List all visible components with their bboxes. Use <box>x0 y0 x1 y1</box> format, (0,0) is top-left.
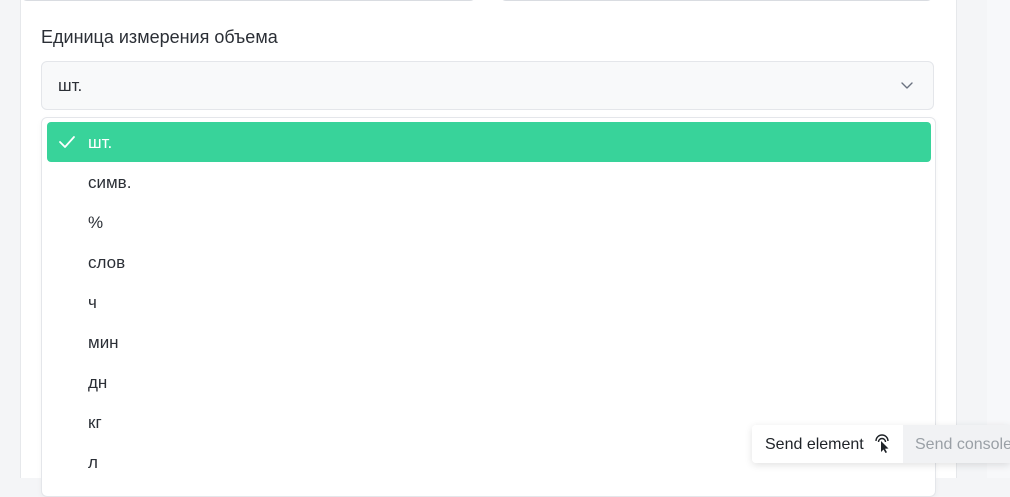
option-item[interactable]: симв. <box>47 162 931 202</box>
option-item[interactable]: слов <box>47 242 931 282</box>
option-label: слов <box>88 253 126 272</box>
side-panel-edge <box>987 0 1010 478</box>
option-label: симв. <box>88 173 132 192</box>
option-item[interactable]: дн <box>47 362 931 402</box>
check-icon <box>59 136 75 148</box>
send-console-button[interactable]: Send console <box>903 425 1010 463</box>
previous-field-left[interactable] <box>21 0 476 1</box>
option-item[interactable]: ч <box>47 282 931 322</box>
chevron-down-icon <box>901 82 913 89</box>
option-label: мин <box>88 333 119 352</box>
volume-unit-select[interactable]: шт. <box>41 61 934 110</box>
previous-field-right[interactable] <box>500 0 933 1</box>
option-label: ч <box>88 293 97 312</box>
option-label: шт. <box>88 133 113 152</box>
devtools-send-toolbar: Send element Send console <box>752 425 1010 463</box>
option-label: кг <box>88 413 102 432</box>
send-element-label: Send element <box>765 436 864 453</box>
option-item[interactable]: % <box>47 202 931 242</box>
volume-unit-label: Единица измерения объема <box>41 27 278 47</box>
option-item[interactable]: шт. <box>47 122 931 162</box>
option-label: % <box>88 213 104 232</box>
option-label: л <box>88 453 98 472</box>
send-element-button[interactable]: Send element <box>752 425 903 463</box>
pointer-cursor-icon <box>875 434 889 453</box>
option-item[interactable]: мин <box>47 322 931 362</box>
option-label: дн <box>88 373 108 392</box>
select-current-value: шт. <box>58 76 83 95</box>
send-console-label: Send console <box>915 436 1010 453</box>
